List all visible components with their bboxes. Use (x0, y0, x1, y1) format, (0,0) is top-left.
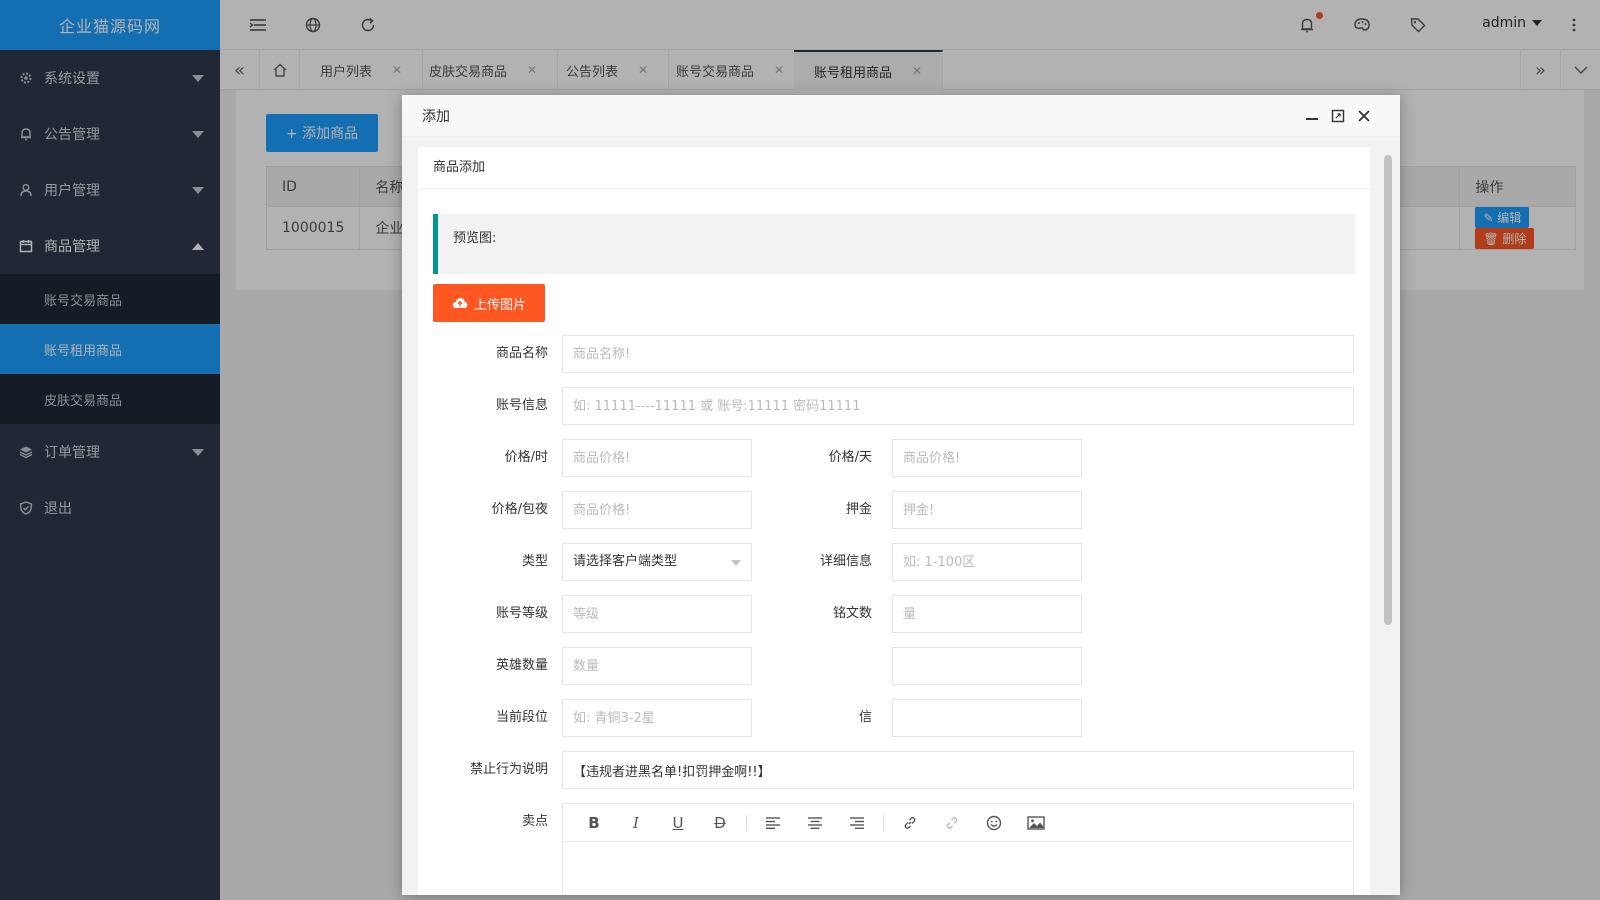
underline-icon[interactable]: U (662, 808, 694, 838)
bold-icon[interactable]: B (578, 808, 610, 838)
minimize-icon[interactable] (1302, 106, 1322, 126)
unlink-icon[interactable] (936, 808, 968, 838)
price-night-input[interactable] (562, 491, 752, 529)
label-deposit: 押金 (845, 502, 872, 517)
maximize-icon[interactable] (1328, 106, 1348, 126)
credit-input[interactable] (892, 699, 1082, 737)
editor-toolbar: B I U D (563, 804, 1353, 842)
label-current-rank: 当前段位 (495, 710, 548, 725)
upload-label: 上传图片 (473, 297, 526, 313)
label-price-hour: 价格/时 (504, 450, 548, 465)
modal-body: 商品添加 预览图: 上传图片 商品名称 账号信息 价格/时 价格/天 价格/包夜 (402, 137, 1400, 895)
rune-count-input[interactable] (892, 595, 1082, 633)
close-icon[interactable] (1354, 106, 1374, 126)
label-account-level: 账号等级 (495, 606, 548, 621)
deposit-input[interactable] (892, 491, 1082, 529)
price-hour-input[interactable] (562, 439, 752, 477)
toolbar-divider (883, 814, 884, 831)
label-account-info: 账号信息 (495, 398, 548, 413)
hero-count-input[interactable] (562, 647, 752, 685)
label-rune-count: 铭文数 (832, 606, 872, 621)
italic-icon[interactable]: I (620, 808, 652, 838)
secondary-input[interactable] (892, 647, 1082, 685)
detail-input[interactable] (892, 543, 1082, 581)
label-price-night: 价格/包夜 (491, 502, 548, 517)
modal-header: 添加 (402, 95, 1400, 137)
label-selling-point: 卖点 (521, 814, 548, 829)
price-day-input[interactable] (892, 439, 1082, 477)
account-info-input[interactable] (562, 387, 1354, 425)
product-name-input[interactable] (562, 335, 1354, 373)
client-type-select[interactable]: 请选择客户端类型 (562, 543, 752, 581)
emoji-icon[interactable] (978, 808, 1010, 838)
preview-label: 预览图: (453, 231, 497, 246)
label-forbidden-behavior: 禁止行为说明 (469, 762, 548, 777)
form-card: 商品添加 预览图: 上传图片 商品名称 账号信息 价格/时 价格/天 价格/包夜 (418, 147, 1370, 895)
account-level-input[interactable] (562, 595, 752, 633)
label-type: 类型 (521, 554, 548, 569)
modal-title: 添加 (422, 108, 450, 125)
modal-scrollbar[interactable] (1384, 145, 1392, 885)
align-right-icon[interactable] (841, 808, 873, 838)
selling-point-editor: B I U D (562, 803, 1354, 895)
label-price-day: 价格/天 (828, 450, 872, 465)
preview-area: 预览图: (433, 214, 1355, 274)
client-type-value: 请选择客户端类型 (573, 554, 678, 569)
label-detail: 详细信息 (819, 554, 872, 569)
chevron-down-icon (731, 560, 741, 566)
strikethrough-icon[interactable]: D (704, 808, 736, 838)
label-credit: 信 (858, 710, 872, 725)
label-product-name: 商品名称 (495, 346, 548, 361)
link-icon[interactable] (894, 808, 926, 838)
align-left-icon[interactable] (757, 808, 789, 838)
add-modal: 添加 商品添加 预览图: 上传图片 商品名称 账号信息 (402, 95, 1400, 895)
scrollbar-thumb[interactable] (1384, 155, 1392, 625)
toolbar-divider (746, 814, 747, 831)
cloud-upload-icon (452, 297, 468, 309)
label-hero-count: 英雄数量 (495, 658, 548, 673)
forbidden-behavior-input[interactable] (562, 751, 1354, 789)
form-card-title: 商品添加 (418, 147, 1370, 189)
upload-image-button[interactable]: 上传图片 (433, 284, 545, 322)
align-center-icon[interactable] (799, 808, 831, 838)
image-icon[interactable] (1020, 808, 1052, 838)
current-rank-input[interactable] (562, 699, 752, 737)
